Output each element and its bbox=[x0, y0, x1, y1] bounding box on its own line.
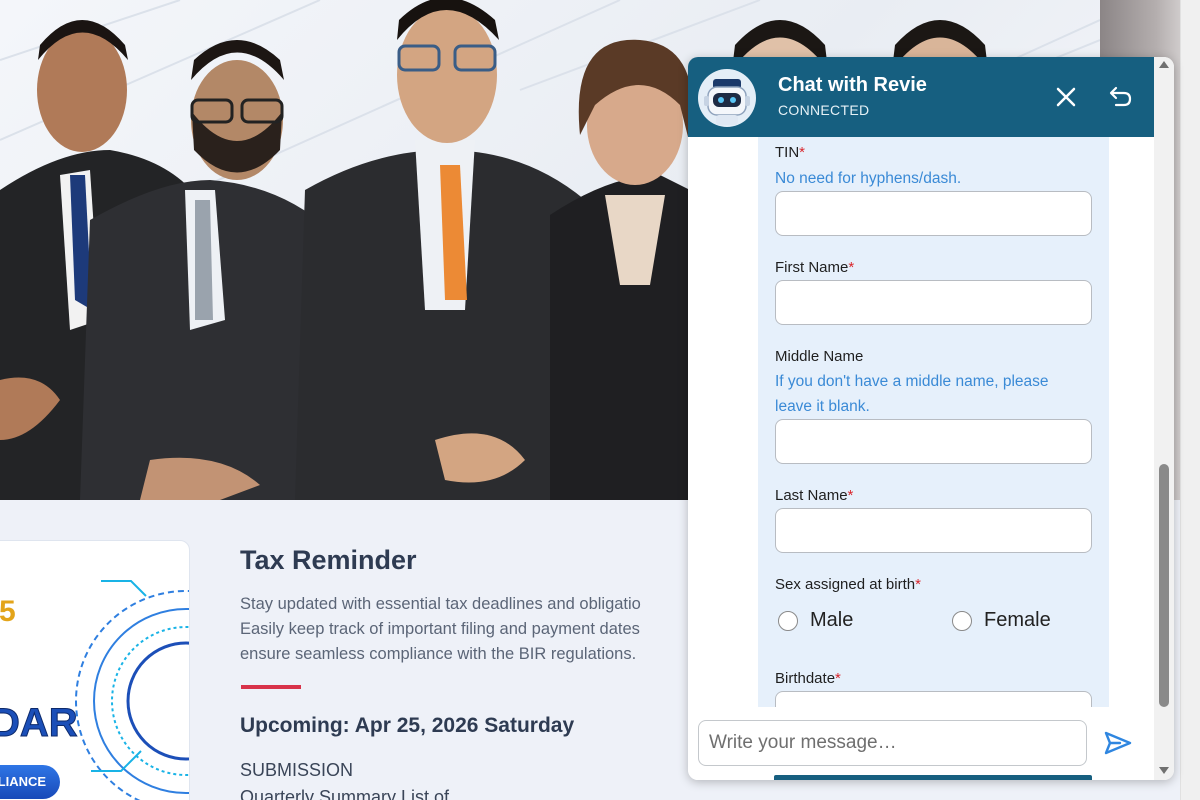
middle-name-hint-line: leave it blank. bbox=[775, 398, 870, 415]
radio-male-label: Male bbox=[810, 609, 854, 631]
middle-name-label: Middle Name bbox=[775, 348, 864, 365]
submit-button-peek bbox=[774, 775, 1092, 780]
radio-male[interactable]: Male bbox=[778, 609, 853, 632]
chat-scrollbar[interactable] bbox=[1154, 57, 1174, 780]
connection-status: CONNECTED bbox=[778, 102, 870, 118]
radio-female-circle[interactable] bbox=[952, 610, 972, 631]
chat-header: Chat with Revie CONNECTED bbox=[688, 57, 1154, 137]
tax-desc-line: Easily keep track of important filing an… bbox=[240, 620, 640, 638]
accent-divider bbox=[241, 685, 301, 689]
close-button[interactable] bbox=[1050, 81, 1082, 113]
submission-label: SUBMISSION bbox=[240, 760, 354, 780]
last-name-input[interactable] bbox=[775, 508, 1092, 553]
tax-reminder-description: Stay updated with essential tax deadline… bbox=[240, 592, 710, 667]
upcoming-deadline: Upcoming: Apr 25, 2026 Saturday bbox=[240, 714, 575, 737]
radio-female[interactable]: Female bbox=[952, 609, 1051, 632]
radio-male-circle[interactable] bbox=[778, 610, 798, 631]
tin-input[interactable] bbox=[775, 191, 1092, 236]
tax-reminder-title: Tax Reminder bbox=[240, 545, 417, 575]
calendar-word: DAR bbox=[0, 701, 78, 745]
robot-avatar-icon bbox=[698, 69, 756, 127]
tax-desc-line: ensure seamless compliance with the BIR … bbox=[240, 645, 637, 663]
tax-calendar-card[interactable]: 5 DAR PLIANCE bbox=[0, 540, 190, 800]
sex-label: Sex assigned at birth* bbox=[775, 576, 921, 593]
birthdate-input[interactable] bbox=[775, 691, 1092, 707]
person-4-photo bbox=[550, 39, 700, 500]
message-composer bbox=[688, 707, 1154, 780]
submission-detail: Quarterly Summary List of bbox=[240, 787, 450, 800]
last-name-label: Last Name* bbox=[775, 487, 854, 504]
middle-name-input[interactable] bbox=[775, 419, 1092, 464]
registration-form: TIN* No need for hyphens/dash. First Nam… bbox=[758, 137, 1109, 707]
calendar-digit: 5 bbox=[0, 595, 16, 628]
radio-female-label: Female bbox=[984, 609, 1051, 631]
calendar-badge: PLIANCE bbox=[0, 765, 61, 799]
first-name-input[interactable] bbox=[775, 280, 1092, 325]
page-scrollbar[interactable] bbox=[1180, 0, 1200, 800]
birthdate-label: Birthdate* bbox=[775, 670, 841, 687]
close-icon bbox=[1056, 87, 1076, 107]
tin-label: TIN* bbox=[775, 144, 806, 161]
first-name-label: First Name* bbox=[775, 259, 855, 276]
scroll-up-icon[interactable] bbox=[1159, 61, 1169, 68]
restart-button[interactable] bbox=[1102, 81, 1134, 113]
send-button[interactable] bbox=[1102, 727, 1134, 759]
send-icon bbox=[1104, 731, 1132, 755]
chat-messages: TIN* No need for hyphens/dash. First Nam… bbox=[688, 137, 1154, 707]
chat-title: Chat with Revie bbox=[778, 74, 927, 96]
chat-widget: Chat with Revie CONNECTED TIN* No need f… bbox=[688, 57, 1174, 780]
calendar-circuit-graphic: 5 DAR bbox=[0, 580, 189, 800]
sex-radio-group: Male Female bbox=[775, 609, 1092, 639]
scroll-down-icon[interactable] bbox=[1159, 767, 1169, 774]
tax-desc-line: Stay updated with essential tax deadline… bbox=[240, 595, 641, 613]
middle-name-hint-line: If you don't have a middle name, please bbox=[775, 373, 1049, 390]
tin-hint: No need for hyphens/dash. bbox=[775, 170, 962, 187]
scroll-thumb[interactable] bbox=[1159, 464, 1169, 707]
undo-arrow-icon bbox=[1109, 86, 1132, 107]
middle-name-hint: If you don't have a middle name, please … bbox=[775, 369, 1049, 419]
message-input[interactable] bbox=[698, 720, 1087, 766]
